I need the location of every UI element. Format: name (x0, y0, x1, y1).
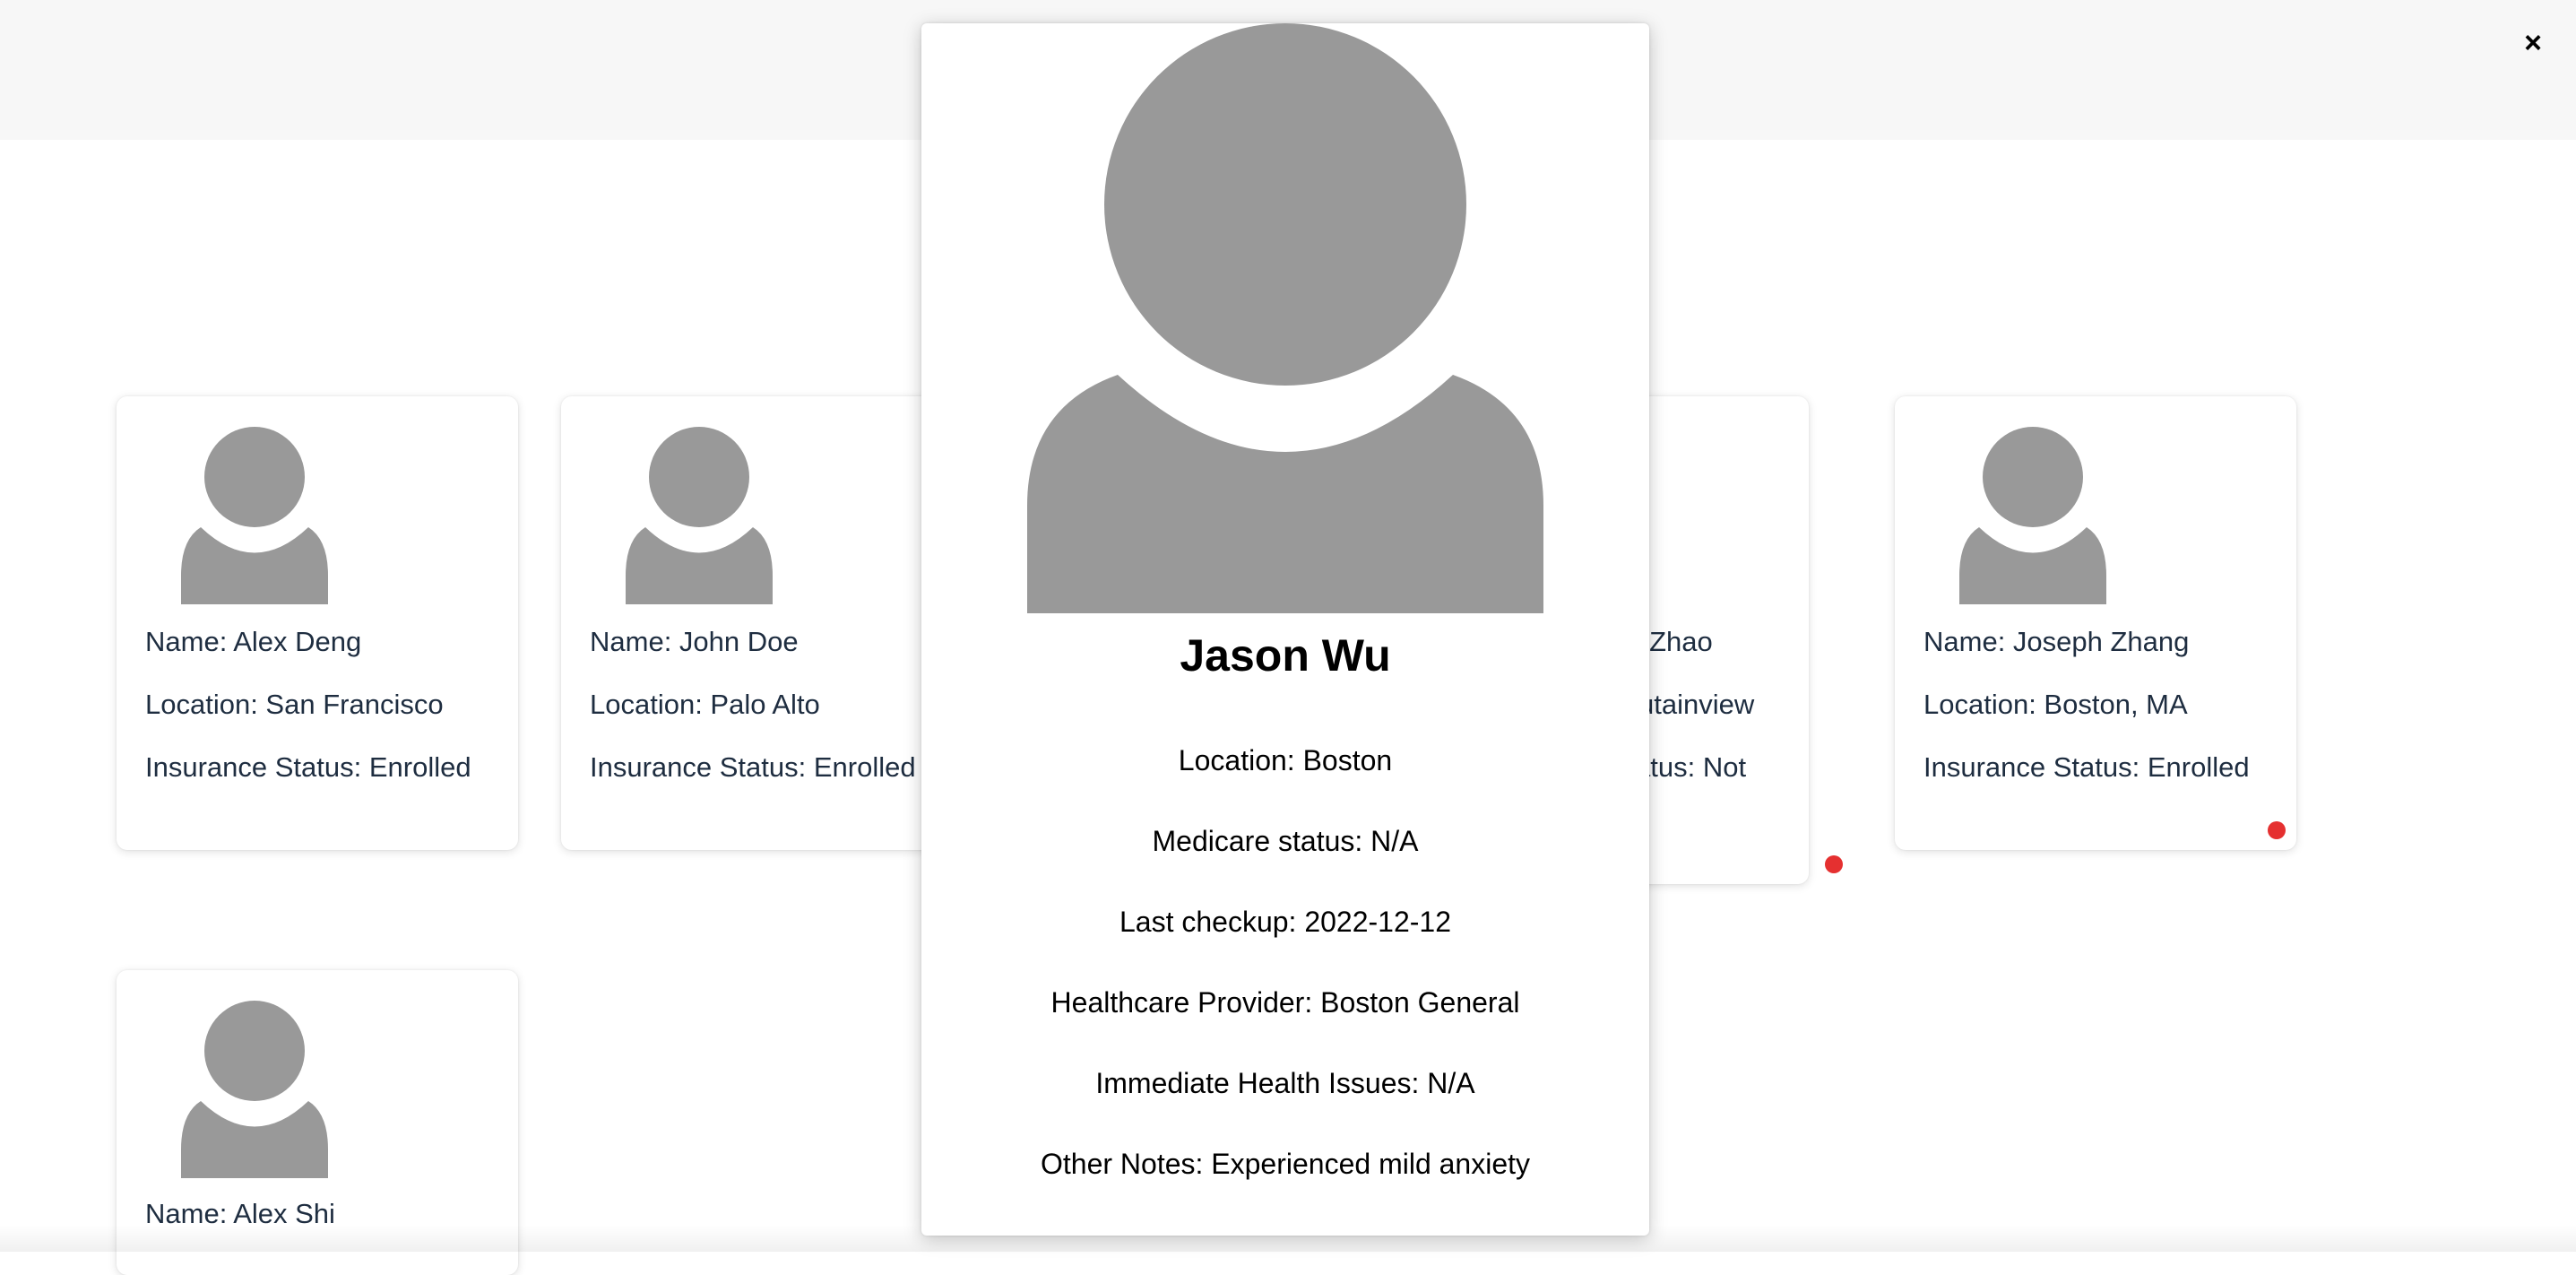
patient-name: Name: Alex Deng (145, 626, 361, 658)
detail-last-checkup: Last checkup: 2022-12-12 (921, 906, 1649, 939)
patient-location: utainview (1638, 689, 1754, 721)
avatar-icon (1959, 421, 2106, 604)
patient-card-john-doe[interactable]: Name: John Doe Location: Palo Alto Insur… (561, 396, 963, 850)
patient-card-joseph-zhang[interactable]: Name: Joseph Zhang Location: Boston, MA … (1895, 396, 2296, 850)
patient-detail-modal: Jason Wu Location: Boston Medicare statu… (921, 23, 1649, 1236)
close-icon[interactable]: × (2510, 20, 2556, 66)
avatar-icon (1027, 23, 1543, 613)
detail-other-notes: Other Notes: Experienced mild anxiety (921, 1148, 1649, 1181)
patient-location: Location: San Francisco (145, 689, 444, 721)
patient-insurance-status: Insurance Status: Enrolled (145, 751, 471, 784)
patient-insurance-status: Insurance Status: Enrolled (590, 751, 916, 784)
patient-name: Name: Joseph Zhang (1923, 626, 2189, 658)
alert-dot (1825, 855, 1843, 873)
patient-insurance-status: Insurance Status: Enrolled (1923, 751, 2250, 784)
avatar-icon (626, 421, 773, 604)
patient-name: Name: John Doe (590, 626, 799, 658)
alert-dot (2268, 821, 2286, 839)
patient-card-alex-deng[interactable]: Name: Alex Deng Location: San Francisco … (117, 396, 518, 850)
patient-insurance-status: atus: Not (1635, 751, 1746, 784)
avatar-icon (181, 421, 328, 604)
detail-location: Location: Boston (921, 744, 1649, 777)
avatar-icon (181, 995, 328, 1178)
detail-health-issues: Immediate Health Issues: N/A (921, 1067, 1649, 1100)
detail-healthcare-provider: Healthcare Provider: Boston General (921, 986, 1649, 1019)
detail-medicare-status: Medicare status: N/A (921, 825, 1649, 858)
patient-name-heading: Jason Wu (921, 629, 1649, 681)
patient-location: Location: Boston, MA (1923, 689, 2188, 721)
patient-location: Location: Palo Alto (590, 689, 820, 721)
